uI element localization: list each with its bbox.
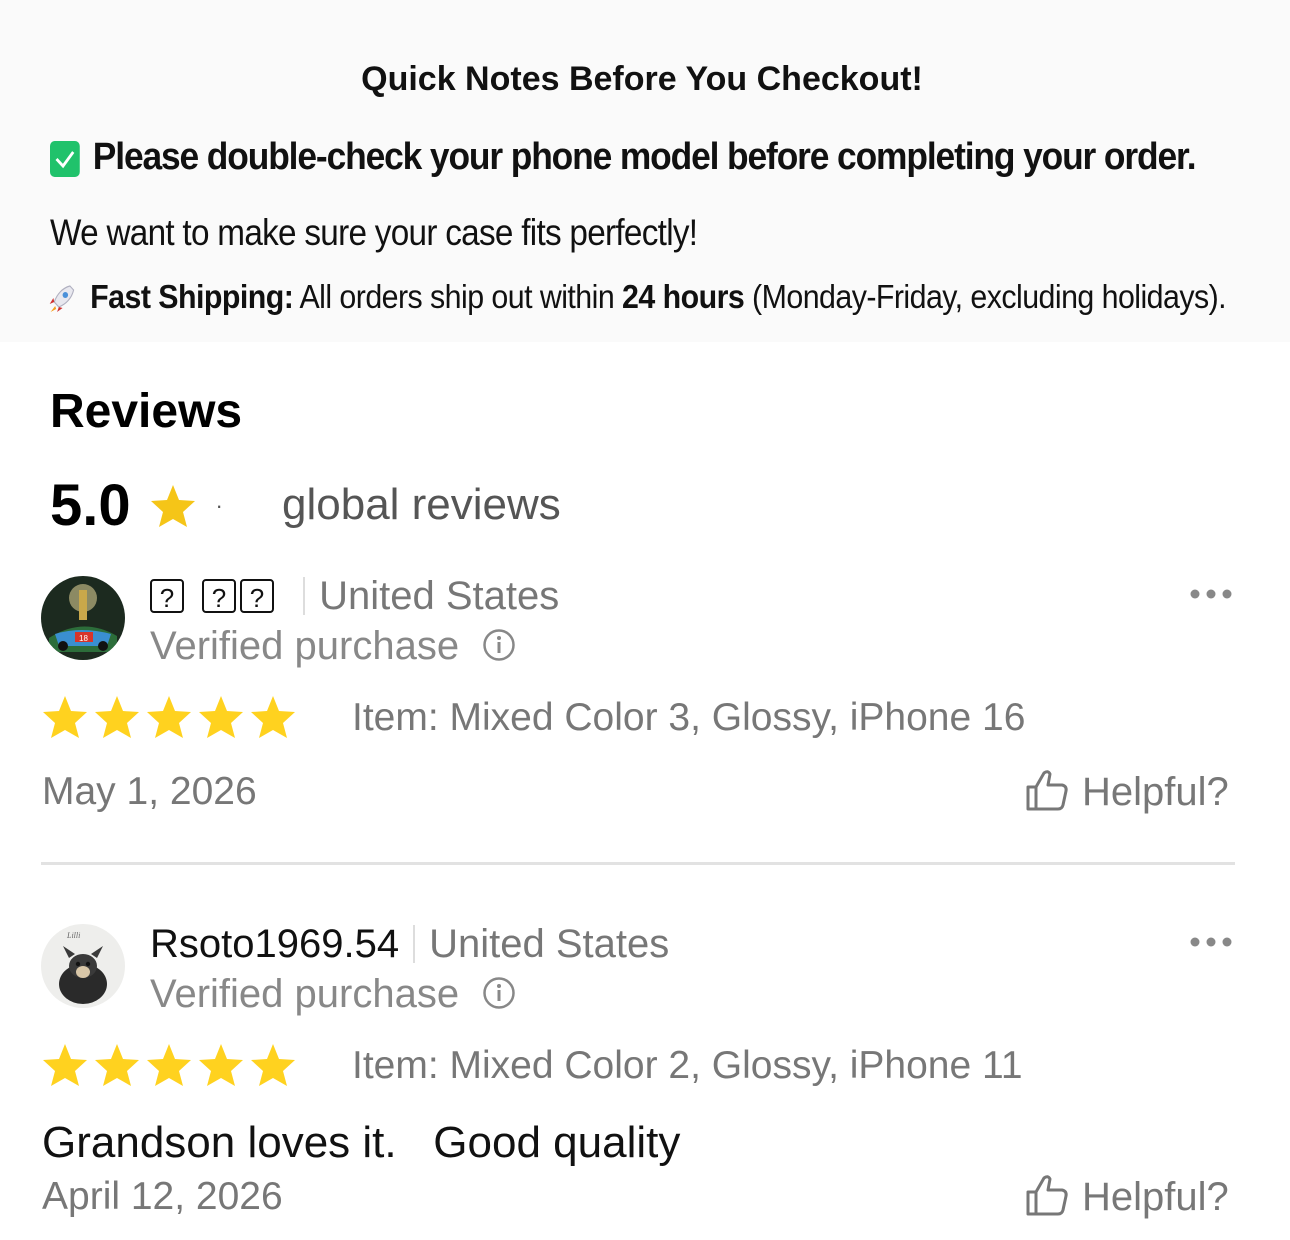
name-separator [413,925,416,964]
star-icon [199,696,243,738]
star-icon [151,484,196,527]
shipping-label: Fast Shipping: [90,278,294,315]
info-icon[interactable] [482,976,516,1010]
star-icon [199,1044,243,1086]
fit-message: We want to make sure your case fits perf… [50,212,698,253]
username-glyph: ? [150,579,184,614]
green-check-icon [50,140,80,177]
username-glyph: ? [240,579,274,614]
star-icon [251,696,295,738]
checkout-notes-banner: Quick Notes Before You Checkout! Please … [0,0,1290,342]
name-separator [303,577,306,616]
svg-text:Lilli: Lilli [66,931,80,940]
star-icon [95,1044,139,1086]
reviewer-username: Rsoto1969.54 [150,921,400,966]
helpful-button[interactable]: Helpful? [1024,770,1229,815]
avatar: 18 [41,576,125,660]
review-date: May 1, 2026 [42,770,257,813]
review-divider [41,862,1235,865]
verified-purchase: Verified purchase [150,972,516,1017]
info-icon[interactable] [482,628,516,662]
star-icon [95,696,139,738]
avatar: Lilli [41,924,125,1008]
average-rating: 5.0 [50,473,131,538]
item-variant: Item: Mixed Color 3, Glossy, iPhone 16 [352,696,1026,739]
helpful-label: Helpful? [1082,1175,1229,1219]
more-dots-icon[interactable] [1188,935,1234,949]
phone-model-reminder-text: Please double-check your phone model bef… [92,136,1197,178]
more-dots-icon[interactable] [1188,587,1234,601]
notes-title: Quick Notes Before You Checkout! [361,60,923,98]
helpful-button[interactable]: Helpful? [1024,1175,1229,1220]
star-rating [41,694,301,744]
reviews-heading: Reviews [50,385,243,438]
star-rating [41,1042,301,1092]
review-date: April 12, 2026 [42,1175,283,1218]
helpful-label: Helpful? [1082,770,1229,814]
shipping-info: Fast Shipping: All orders ship out withi… [46,278,1227,316]
shipping-hours: 24 hours [622,278,745,315]
star-icon [147,1044,191,1086]
username-glyph: ? [202,579,236,614]
star-icon [43,1044,87,1086]
rating-summary: 5.0 · [50,472,223,542]
reviewer-country: United States [429,921,670,966]
verified-purchase-label: Verified purchase [150,624,460,668]
item-variant: Item: Mixed Color 2, Glossy, iPhone 11 [352,1044,1023,1087]
star-icon [147,696,191,738]
phone-model-reminder: Please double-check your phone model bef… [50,136,1197,179]
global-reviews-label: global reviews [282,480,561,529]
verified-purchase: Verified purchase [150,624,516,669]
shipping-text-b: (Monday-Friday, excluding holidays). [744,278,1227,315]
thumbs-up-icon [1026,1175,1068,1216]
reviewer-country: United States [319,573,560,618]
rocket-icon [49,285,75,313]
star-icon [251,1044,295,1086]
review-text: Grandson loves it. Good quality [42,1118,681,1167]
svg-text:18: 18 [79,634,88,643]
thumbs-up-icon [1026,770,1068,811]
verified-purchase-label: Verified purchase [150,972,460,1016]
star-icon [43,696,87,738]
reviewer-name-row: ??? United States [150,572,560,618]
shipping-text-a: All orders ship out within [293,278,623,315]
rating-separator-dot: · [215,492,223,518]
reviewer-name-row: Rsoto1969.54 United States [150,920,670,966]
